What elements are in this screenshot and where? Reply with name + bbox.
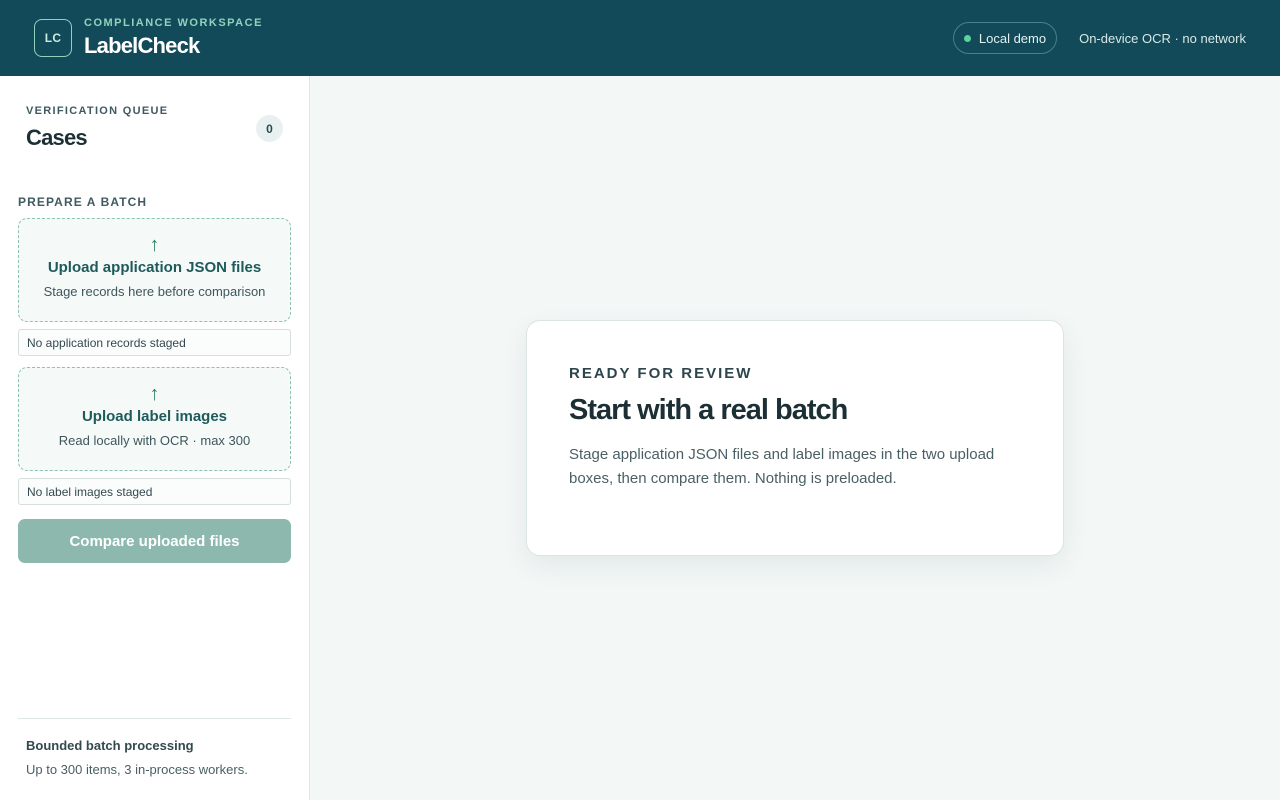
json-upload-title: Upload application JSON files <box>47 259 262 276</box>
mode-pill-label: Local demo <box>978 30 1047 46</box>
json-upload-subtitle: Stage records here before comparison <box>43 284 266 299</box>
upload-arrow-icon: ↑ <box>149 234 160 256</box>
json-staged-status: No application records staged <box>18 329 291 356</box>
footer-subtitle: Up to 300 items, 3 in-process workers. <box>26 762 248 777</box>
workspace-eyebrow: COMPLIANCE WORKSPACE <box>84 17 263 29</box>
mode-pill: Local demo <box>952 22 1058 54</box>
card-body: Stage application JSON files and label i… <box>569 446 995 487</box>
header-status: Local demo On-device OCR · no network <box>952 22 1246 54</box>
ocr-note: On-device OCR · no network <box>1079 30 1246 46</box>
queue-header: VERIFICATION QUEUE Cases <box>26 105 168 151</box>
image-upload-subtitle: Read locally with OCR · max 300 <box>58 433 251 448</box>
app-name: LabelCheck <box>84 33 200 58</box>
prepare-batch-label: PREPARE A BATCH <box>18 195 148 209</box>
image-upload-dropzone[interactable]: ↑ Upload label images Read locally with … <box>18 367 291 471</box>
case-count-badge: 0 <box>256 115 283 142</box>
json-upload-dropzone[interactable]: ↑ Upload application JSON files Stage re… <box>18 218 291 322</box>
card-eyebrow: READY FOR REVIEW <box>569 365 753 382</box>
app-logo: LC <box>34 19 72 57</box>
main-area: READY FOR REVIEW Start with a real batch… <box>310 76 1280 800</box>
image-staged-status: No label images staged <box>18 478 291 505</box>
queue-title: Cases <box>26 125 88 150</box>
empty-state-card: READY FOR REVIEW Start with a real batch… <box>526 320 1064 556</box>
sidebar-footer: Bounded batch processing Up to 300 items… <box>18 718 291 777</box>
image-upload-title: Upload label images <box>81 408 228 425</box>
brand: LC COMPLIANCE WORKSPACE LabelCheck <box>34 17 263 59</box>
upload-arrow-icon: ↑ <box>149 383 160 405</box>
queue-eyebrow: VERIFICATION QUEUE <box>26 105 169 117</box>
brand-text: COMPLIANCE WORKSPACE LabelCheck <box>84 17 263 59</box>
status-dot-icon <box>963 34 971 42</box>
compare-button[interactable]: Compare uploaded files <box>18 519 291 563</box>
sidebar: VERIFICATION QUEUE Cases 0 PREPARE A BAT… <box>0 76 310 800</box>
top-bar: LC COMPLIANCE WORKSPACE LabelCheck Local… <box>0 0 1280 76</box>
card-title: Start with a real batch <box>569 394 848 426</box>
footer-title: Bounded batch processing <box>26 738 194 753</box>
